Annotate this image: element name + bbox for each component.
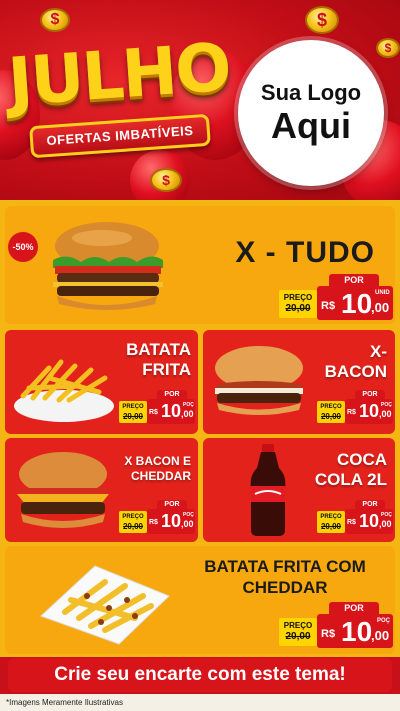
price-tag: POR PREÇO 20,00 R$ 10 POÇ ,00: [315, 498, 395, 538]
price-integer: 10: [359, 511, 380, 531]
coin-icon: $: [305, 6, 339, 34]
currency: R$: [347, 519, 356, 526]
burger-image: [215, 346, 303, 415]
preco-label: PREÇO: [283, 621, 313, 630]
product-name-line2: CHEDDAR: [131, 469, 191, 483]
old-price-box: PREÇO 20,00: [317, 401, 345, 423]
currency: R$: [321, 628, 336, 640]
coin-icon: $: [150, 168, 182, 192]
price-cents: ,00: [371, 300, 390, 315]
preco-label: PREÇO: [320, 514, 342, 520]
old-price-box: PREÇO 20,00: [279, 290, 317, 318]
old-price: 20,00: [320, 412, 342, 421]
por-label: POR: [329, 602, 379, 614]
price-integer: 10: [341, 288, 373, 319]
product-name-line1: X-: [370, 342, 387, 361]
old-price-box: PREÇO 20,00: [279, 618, 317, 646]
currency: R$: [321, 300, 336, 312]
footnote: *Imagens Meramente Ilustrativas: [6, 698, 123, 707]
old-price: 20,00: [285, 303, 311, 314]
coin-icon: $: [40, 8, 70, 32]
old-price: 20,00: [320, 522, 342, 531]
unit-label: POÇ: [381, 512, 392, 518]
old-price-box: PREÇO 20,00: [317, 511, 345, 533]
unit-label: POÇ: [377, 618, 391, 624]
cheddar-fries-image: [40, 565, 170, 645]
coin-icon: $: [376, 38, 400, 58]
product-name: BATATA FRITA COM CHEDDAR: [185, 556, 385, 598]
price-integer: 10: [161, 401, 182, 421]
old-price: 20,00: [122, 522, 144, 531]
price-tag: POR PREÇO 20,00 R$ 10 UNID ,00: [277, 272, 393, 322]
product-name-line1: X BACON E: [124, 454, 191, 468]
new-price-box: R$ 10 UNID ,00: [317, 286, 393, 320]
unit-label: POÇ: [183, 512, 194, 518]
old-price: 20,00: [122, 412, 144, 421]
header-banner: $ $ $ $ JULHO OFERTAS IMBATÍVEIS Sua Log…: [0, 0, 400, 205]
price-integer: 10: [359, 401, 380, 421]
cta-button[interactable]: Crie seu encarte com este tema!: [8, 658, 392, 692]
product-name-line1: BATATA: [126, 340, 191, 359]
price-tag: POR PREÇO 20,00 R$ 10 POÇ ,00: [277, 600, 393, 650]
unit-label: UNID: [375, 290, 390, 296]
new-price-box: R$ 10 POÇ ,00: [317, 614, 393, 648]
product-name-line2: BACON: [324, 362, 387, 381]
subtitle-banner: OFERTAS IMBATÍVEIS: [29, 113, 211, 159]
currency: R$: [149, 519, 158, 526]
price-cents: ,00: [181, 409, 194, 419]
product-name: X - TUDO: [235, 236, 375, 269]
product-name: X BACON E CHEDDAR: [85, 454, 191, 484]
logo-line2: Aqui: [271, 105, 351, 146]
new-price-box: R$ 10 POÇ ,00: [345, 509, 393, 534]
currency: R$: [347, 409, 356, 416]
product-card-coca-cola[interactable]: COCA COLA 2L POR PREÇO 20,00 R$ 10 POÇ ,…: [203, 438, 395, 542]
product-card-batata-cheddar[interactable]: BATATA FRITA COM CHEDDAR POR PREÇO 20,00…: [5, 546, 395, 654]
logo-placeholder: Sua Logo Aqui: [238, 40, 384, 186]
product-name: X- BACON: [299, 342, 387, 382]
new-price-box: R$ 10 POÇ ,00: [147, 509, 195, 534]
price-cents: ,00: [379, 519, 392, 529]
por-label: POR: [329, 274, 379, 286]
old-price-box: PREÇO 20,00: [119, 511, 147, 533]
product-name-line2: FRITA: [142, 360, 191, 379]
product-card-batata-frita[interactable]: BATATA FRITA POR PREÇO 20,00 R$ 10 POÇ ,…: [5, 330, 198, 434]
new-price-box: R$ 10 POÇ ,00: [345, 399, 393, 424]
product-name-line2: CHEDDAR: [242, 578, 328, 597]
unit-label: POÇ: [381, 402, 392, 408]
product-card-x-tudo[interactable]: X - TUDO POR PREÇO 20,00 R$ 10 UNID ,00: [5, 206, 395, 324]
product-name-line2: COLA 2L: [314, 470, 387, 489]
product-card-x-bacon[interactable]: X- BACON POR PREÇO 20,00 R$ 10 POÇ ,00: [203, 330, 395, 434]
price-tag: POR PREÇO 20,00 R$ 10 POÇ ,00: [117, 498, 197, 538]
new-price-box: R$ 10 POÇ ,00: [147, 399, 195, 424]
unit-label: POÇ: [183, 402, 194, 408]
price-tag: POR PREÇO 20,00 R$ 10 POÇ ,00: [117, 388, 197, 428]
price-integer: 10: [161, 511, 182, 531]
old-price: 20,00: [285, 631, 311, 642]
logo-line1: Sua Logo: [260, 80, 362, 105]
product-name-line1: COCA: [336, 450, 387, 469]
price-tag: POR PREÇO 20,00 R$ 10 POÇ ,00: [315, 388, 395, 428]
discount-badge: -50%: [8, 232, 38, 262]
product-card-x-bacon-cheddar[interactable]: X BACON E CHEDDAR POR PREÇO 20,00 R$ 10 …: [5, 438, 198, 542]
old-price-box: PREÇO 20,00: [119, 401, 147, 423]
price-cents: ,00: [379, 409, 392, 419]
burger-image: [53, 222, 163, 310]
price-cents: ,00: [371, 628, 390, 643]
soda-bottle-image: [250, 444, 286, 536]
product-name: COCA COLA 2L: [299, 450, 387, 490]
product-name: BATATA FRITA: [105, 340, 191, 380]
product-name-line1: BATATA FRITA COM: [204, 557, 366, 576]
preco-label: PREÇO: [283, 293, 313, 302]
preco-label: PREÇO: [122, 514, 144, 520]
preco-label: PREÇO: [122, 404, 144, 410]
fries-image: [14, 359, 114, 422]
preco-label: PREÇO: [320, 404, 342, 410]
currency: R$: [149, 409, 158, 416]
price-integer: 10: [341, 616, 373, 647]
headline: JULHO: [5, 28, 232, 121]
price-cents: ,00: [181, 519, 194, 529]
